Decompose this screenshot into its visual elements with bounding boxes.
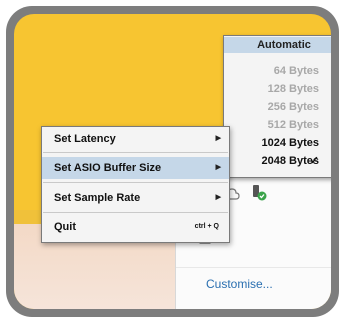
buffer-size-submenu: Automatic 64 Bytes 128 Bytes 256 Bytes 5… — [223, 35, 331, 178]
submenu-arrow-icon: ▶ — [215, 194, 221, 201]
menu-separator — [43, 182, 228, 183]
buffer-option-label: 256 Bytes — [267, 101, 319, 113]
buffer-option-64: 64 Bytes — [224, 63, 331, 80]
buffer-option-label: 64 Bytes — [273, 65, 319, 77]
menu-separator — [43, 152, 228, 153]
screenshot-frame: Customise... Automatic 64 Bytes 128 Byte… — [6, 6, 339, 317]
buffer-option-256: 256 Bytes — [224, 99, 331, 116]
menu-item-label: Set Sample Rate — [54, 192, 141, 204]
buffer-option-128: 128 Bytes — [224, 81, 331, 98]
customise-link[interactable]: Customise... — [206, 277, 273, 291]
buffer-option-2048[interactable]: ✓ 2048 Bytes — [224, 153, 331, 170]
menu-item-label: Quit — [54, 221, 76, 233]
buffer-option-label: 1024 Bytes — [261, 137, 320, 149]
quit-shortcut: ctrl + Q — [194, 223, 219, 230]
buffer-option-label: 512 Bytes — [267, 119, 319, 131]
menu-item-set-asio-buffer-size[interactable]: Set ASIO Buffer Size ▶ — [42, 157, 229, 179]
submenu-arrow-icon: ▶ — [215, 164, 221, 171]
menu-item-label: Set ASIO Buffer Size — [54, 162, 162, 174]
tray-divider — [176, 267, 331, 268]
buffer-option-512: 512 Bytes — [224, 117, 331, 134]
desktop-background: Customise... Automatic 64 Bytes 128 Byte… — [14, 14, 331, 309]
buffer-option-automatic[interactable]: Automatic — [224, 37, 331, 53]
menu-item-set-latency[interactable]: Set Latency ▶ — [42, 128, 229, 150]
menu-item-label: Set Latency — [54, 133, 116, 145]
buffer-option-label: 128 Bytes — [267, 83, 319, 95]
context-menu: Set Latency ▶ Set ASIO Buffer Size ▶ Set… — [41, 126, 230, 243]
buffer-option-label: Automatic — [257, 39, 311, 51]
buffer-option-1024[interactable]: 1024 Bytes — [224, 135, 331, 152]
menu-item-set-sample-rate[interactable]: Set Sample Rate ▶ — [42, 187, 229, 209]
menu-separator — [43, 212, 228, 213]
security-shield-icon[interactable] — [250, 184, 268, 202]
submenu-arrow-icon: ▶ — [215, 135, 221, 142]
buffer-option-label: 2048 Bytes — [261, 155, 320, 167]
menu-item-quit[interactable]: Quit ctrl + Q — [42, 216, 229, 238]
